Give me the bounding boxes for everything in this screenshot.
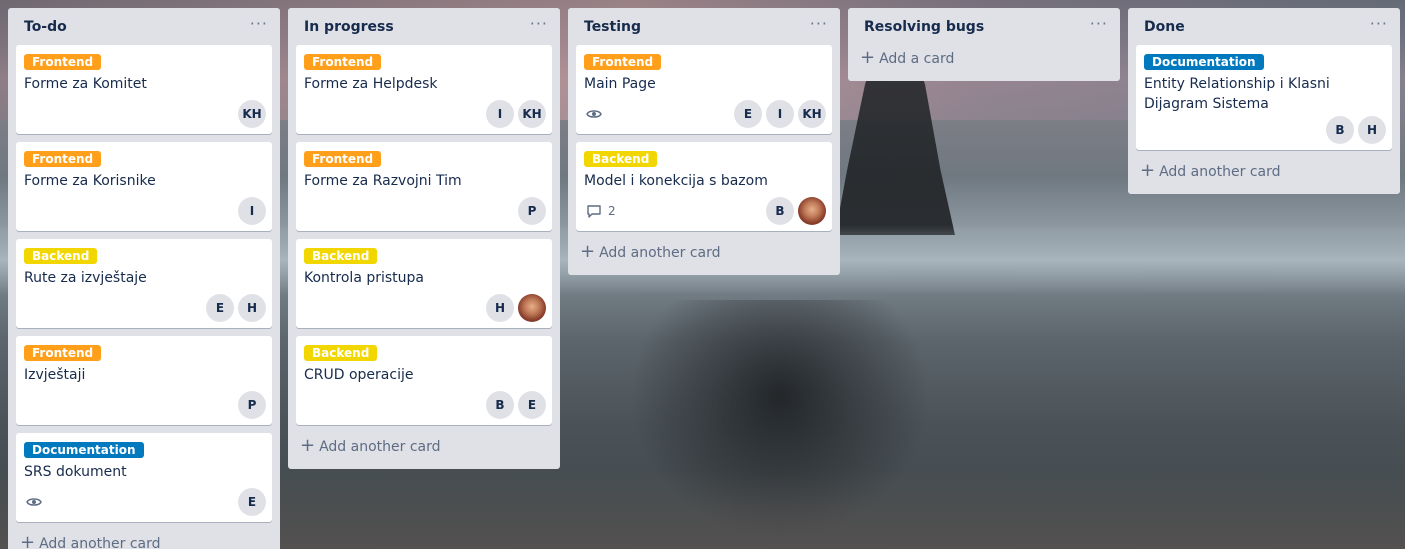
list-header: To-do ···: [16, 8, 272, 45]
plus-icon: +: [300, 435, 316, 456]
member-avatar[interactable]: B: [1326, 116, 1354, 144]
list-todo: To-do ··· Frontend Forme za Komitet KH F…: [8, 8, 280, 549]
card-label: Backend: [24, 248, 98, 264]
comment-count: 2: [608, 204, 616, 218]
member-avatar[interactable]: E: [518, 391, 546, 419]
list-title[interactable]: Resolving bugs: [864, 19, 984, 35]
list-in-progress: In progress ··· Frontend Forme za Helpde…: [288, 8, 560, 469]
card-title: Kontrola pristupa: [304, 270, 424, 286]
card-title: Forme za Komitet: [24, 76, 147, 92]
plus-icon: +: [20, 532, 36, 549]
more-horizontal-icon[interactable]: ···: [1090, 15, 1108, 35]
member-avatar[interactable]: I: [486, 100, 514, 128]
member-photo-avatar[interactable]: [518, 294, 546, 322]
card-label: Frontend: [304, 151, 382, 167]
eye-icon: [26, 494, 42, 510]
member-avatar[interactable]: E: [238, 488, 266, 516]
card-label: Documentation: [24, 442, 144, 458]
add-card-button[interactable]: + Add another card: [1136, 158, 1392, 186]
add-card-button[interactable]: + Add another card: [16, 530, 272, 549]
eye-icon: [586, 106, 602, 122]
card-label: Backend: [304, 248, 378, 264]
list-header: In progress ···: [296, 8, 552, 45]
comment-icon: [586, 203, 602, 219]
card[interactable]: Frontend Forme za Korisnike I: [16, 142, 272, 231]
card-label: Frontend: [24, 54, 102, 70]
list-header: Testing ···: [576, 8, 832, 45]
card-label: Documentation: [1144, 54, 1264, 70]
list-testing: Testing ··· Frontend Main Page E I KH Ba…: [568, 8, 840, 275]
card-title: SRS dokument: [24, 464, 127, 480]
card-title: Model i konekcija s bazom: [584, 173, 768, 189]
board: To-do ··· Frontend Forme za Komitet KH F…: [0, 0, 1405, 549]
add-card-button[interactable]: + Add a card: [856, 45, 1112, 73]
list-title[interactable]: Done: [1144, 19, 1185, 35]
card[interactable]: Frontend Forme za Razvojni Tim P: [296, 142, 552, 231]
plus-icon: +: [1140, 160, 1156, 181]
member-avatar[interactable]: KH: [798, 100, 826, 128]
list-done: Done ··· Documentation Entity Relationsh…: [1128, 8, 1400, 194]
card[interactable]: Backend CRUD operacije B E: [296, 336, 552, 425]
plus-icon: +: [860, 47, 876, 68]
member-avatar[interactable]: P: [238, 391, 266, 419]
card[interactable]: Frontend Main Page E I KH: [576, 45, 832, 134]
card-title: Rute za izvještaje: [24, 270, 147, 286]
card-label: Backend: [584, 151, 658, 167]
card-title: CRUD operacije: [304, 367, 414, 383]
card-label: Frontend: [584, 54, 662, 70]
add-card-label: Add another card: [1159, 164, 1281, 180]
member-avatar[interactable]: I: [238, 197, 266, 225]
card[interactable]: Documentation Entity Relationship i Klas…: [1136, 45, 1392, 150]
card-title: Forme za Razvojni Tim: [304, 173, 462, 189]
list-resolving-bugs: Resolving bugs ··· + Add a card: [848, 8, 1120, 81]
member-avatar[interactable]: E: [206, 294, 234, 322]
card[interactable]: Frontend Izvještaji P: [16, 336, 272, 425]
list-title[interactable]: To-do: [24, 19, 67, 35]
member-avatar[interactable]: E: [734, 100, 762, 128]
member-avatar[interactable]: B: [486, 391, 514, 419]
member-photo-avatar[interactable]: [798, 197, 826, 225]
list-header: Resolving bugs ···: [856, 8, 1112, 45]
more-horizontal-icon[interactable]: ···: [250, 15, 268, 35]
add-card-label: Add another card: [599, 245, 721, 261]
member-avatar[interactable]: KH: [518, 100, 546, 128]
plus-icon: +: [580, 241, 596, 262]
add-card-label: Add a card: [879, 51, 955, 67]
add-card-button[interactable]: + Add another card: [296, 433, 552, 461]
card-label: Frontend: [24, 151, 102, 167]
card[interactable]: Backend Rute za izvještaje E H: [16, 239, 272, 328]
card-label: Frontend: [304, 54, 382, 70]
member-avatar[interactable]: B: [766, 197, 794, 225]
card-title: Entity Relationship i Klasni Dijagram Si…: [1144, 76, 1330, 112]
list-title[interactable]: In progress: [304, 19, 394, 35]
card[interactable]: Frontend Forme za Komitet KH: [16, 45, 272, 134]
add-card-label: Add another card: [39, 536, 161, 549]
member-avatar[interactable]: I: [766, 100, 794, 128]
member-avatar[interactable]: P: [518, 197, 546, 225]
card[interactable]: Backend Kontrola pristupa H: [296, 239, 552, 328]
card-label: Frontend: [24, 345, 102, 361]
member-avatar[interactable]: H: [1358, 116, 1386, 144]
more-horizontal-icon[interactable]: ···: [530, 15, 548, 35]
card-title: Forme za Korisnike: [24, 173, 156, 189]
card[interactable]: Backend Model i konekcija s bazom 2 B: [576, 142, 832, 231]
card-title: Izvještaji: [24, 367, 86, 383]
member-avatar[interactable]: KH: [238, 100, 266, 128]
add-card-label: Add another card: [319, 439, 441, 455]
card-title: Forme za Helpdesk: [304, 76, 438, 92]
more-horizontal-icon[interactable]: ···: [1370, 15, 1388, 35]
card[interactable]: Frontend Forme za Helpdesk I KH: [296, 45, 552, 134]
card-title: Main Page: [584, 76, 656, 92]
card-label: Backend: [304, 345, 378, 361]
card[interactable]: Documentation SRS dokument E: [16, 433, 272, 522]
member-avatar[interactable]: H: [238, 294, 266, 322]
list-header: Done ···: [1136, 8, 1392, 45]
more-horizontal-icon[interactable]: ···: [810, 15, 828, 35]
member-avatar[interactable]: H: [486, 294, 514, 322]
add-card-button[interactable]: + Add another card: [576, 239, 832, 267]
list-title[interactable]: Testing: [584, 19, 641, 35]
